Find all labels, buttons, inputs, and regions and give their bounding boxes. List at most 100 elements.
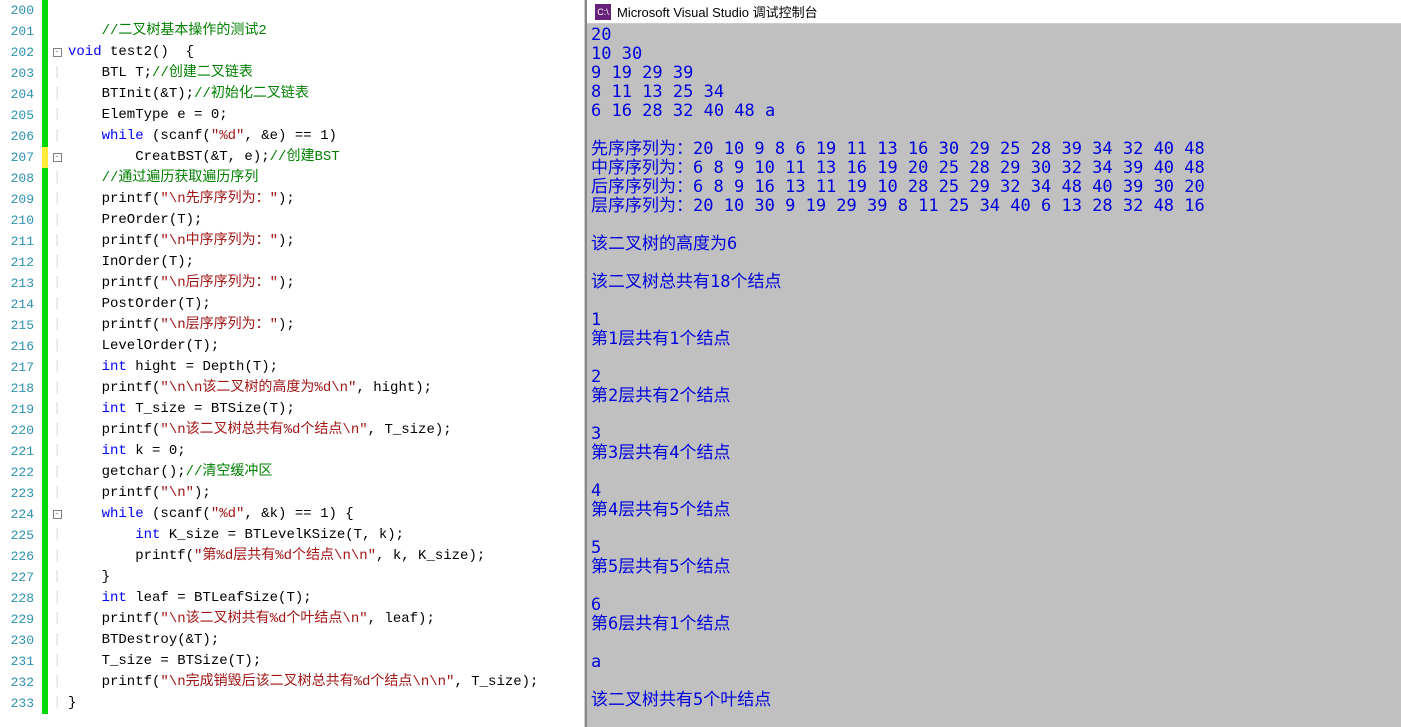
editor-gutter: 2002012022032042052062072082092102112122… bbox=[0, 0, 40, 727]
change-marker bbox=[42, 525, 48, 546]
code-line[interactable]: CreatBST(&T, e);//创建BST bbox=[68, 147, 584, 168]
code-line[interactable]: int k = 0; bbox=[68, 441, 584, 462]
change-marker bbox=[42, 42, 48, 63]
change-marker bbox=[42, 0, 48, 21]
code-line[interactable]: } bbox=[68, 567, 584, 588]
code-line[interactable]: PostOrder(T); bbox=[68, 294, 584, 315]
change-marker bbox=[42, 231, 48, 252]
fold-toggle-icon[interactable]: - bbox=[53, 153, 62, 162]
change-marker bbox=[42, 378, 48, 399]
console-icon: C:\ bbox=[595, 4, 611, 20]
line-number: 227 bbox=[0, 567, 34, 588]
change-marker bbox=[42, 294, 48, 315]
fold-guide: │ bbox=[54, 441, 61, 462]
line-number: 223 bbox=[0, 483, 34, 504]
change-marker bbox=[42, 315, 48, 336]
code-line[interactable]: //通过遍历获取遍历序列 bbox=[68, 168, 584, 189]
code-line[interactable]: int K_size = BTLevelKSize(T, k); bbox=[68, 525, 584, 546]
code-line[interactable]: //二叉树基本操作的测试2 bbox=[68, 21, 584, 42]
fold-toggle-icon[interactable]: - bbox=[53, 510, 62, 519]
code-line[interactable]: BTInit(&T);//初始化二叉链表 bbox=[68, 84, 584, 105]
fold-guide: │ bbox=[54, 399, 61, 420]
line-number: 224 bbox=[0, 504, 34, 525]
line-number: 233 bbox=[0, 693, 34, 714]
change-marker bbox=[42, 147, 48, 168]
code-line[interactable]: printf("\n中序序列为："); bbox=[68, 231, 584, 252]
fold-guide: │ bbox=[54, 567, 61, 588]
change-markers bbox=[40, 0, 50, 727]
code-line[interactable]: BTL T;//创建二叉链表 bbox=[68, 63, 584, 84]
line-number: 200 bbox=[0, 0, 34, 21]
fold-guide: │ bbox=[54, 63, 61, 84]
code-line[interactable]: printf("\n\n该二叉树的高度为%d\n", hight); bbox=[68, 378, 584, 399]
code-line[interactable]: printf("\n后序序列为："); bbox=[68, 273, 584, 294]
fold-toggle-icon[interactable]: - bbox=[53, 48, 62, 57]
code-line[interactable]: while (scanf("%d", &e) == 1) bbox=[68, 126, 584, 147]
line-number: 205 bbox=[0, 105, 34, 126]
line-number: 226 bbox=[0, 546, 34, 567]
code-line[interactable]: LevelOrder(T); bbox=[68, 336, 584, 357]
fold-guide: │ bbox=[54, 252, 61, 273]
change-marker bbox=[42, 189, 48, 210]
code-line[interactable]: T_size = BTSize(T); bbox=[68, 651, 584, 672]
fold-column[interactable]: -││││-││││││││││││││││-│││││││││ bbox=[50, 0, 64, 727]
change-marker bbox=[42, 273, 48, 294]
code-line[interactable]: printf("\n"); bbox=[68, 483, 584, 504]
code-line[interactable]: printf("第%d层共有%d个结点\n\n", k, K_size); bbox=[68, 546, 584, 567]
fold-guide: │ bbox=[54, 378, 61, 399]
code-line[interactable]: ElemType e = 0; bbox=[68, 105, 584, 126]
change-marker bbox=[42, 252, 48, 273]
change-marker bbox=[42, 105, 48, 126]
line-number: 222 bbox=[0, 462, 34, 483]
line-number: 228 bbox=[0, 588, 34, 609]
change-marker bbox=[42, 126, 48, 147]
code-line[interactable]: int T_size = BTSize(T); bbox=[68, 399, 584, 420]
fold-guide: │ bbox=[54, 525, 61, 546]
line-number: 202 bbox=[0, 42, 34, 63]
code-line[interactable]: BTDestroy(&T); bbox=[68, 630, 584, 651]
fold-guide: │ bbox=[54, 420, 61, 441]
change-marker bbox=[42, 651, 48, 672]
code-line[interactable]: int leaf = BTLeafSize(T); bbox=[68, 588, 584, 609]
change-marker bbox=[42, 567, 48, 588]
code-line[interactable]: void test2() { bbox=[68, 42, 584, 63]
line-number: 201 bbox=[0, 21, 34, 42]
line-number: 232 bbox=[0, 672, 34, 693]
fold-guide: │ bbox=[54, 294, 61, 315]
fold-guide: │ bbox=[54, 483, 61, 504]
code-line[interactable]: printf("\n层序序列为："); bbox=[68, 315, 584, 336]
code-line[interactable]: InOrder(T); bbox=[68, 252, 584, 273]
code-line[interactable]: printf("\n该二叉树共有%d个叶结点\n", leaf); bbox=[68, 609, 584, 630]
line-number: 220 bbox=[0, 420, 34, 441]
code-line[interactable]: int hight = Depth(T); bbox=[68, 357, 584, 378]
line-number: 221 bbox=[0, 441, 34, 462]
code-area[interactable]: //二叉树基本操作的测试2void test2() { BTL T;//创建二叉… bbox=[64, 0, 584, 727]
console-output[interactable]: 20 10 30 9 19 29 39 8 11 13 25 34 6 16 2… bbox=[587, 24, 1401, 727]
fold-guide: │ bbox=[54, 273, 61, 294]
code-line[interactable]: getchar();//清空缓冲区 bbox=[68, 462, 584, 483]
line-number: 208 bbox=[0, 168, 34, 189]
line-number: 203 bbox=[0, 63, 34, 84]
code-line[interactable]: printf("\n该二叉树总共有%d个结点\n", T_size); bbox=[68, 420, 584, 441]
code-line[interactable]: } bbox=[68, 693, 584, 714]
code-line[interactable]: while (scanf("%d", &k) == 1) { bbox=[68, 504, 584, 525]
line-number: 213 bbox=[0, 273, 34, 294]
fold-guide: │ bbox=[54, 462, 61, 483]
fold-guide: │ bbox=[54, 588, 61, 609]
change-marker bbox=[42, 588, 48, 609]
code-line[interactable]: printf("\n先序序列为："); bbox=[68, 189, 584, 210]
fold-guide: │ bbox=[54, 693, 61, 714]
line-number: 214 bbox=[0, 294, 34, 315]
fold-guide: │ bbox=[54, 672, 61, 693]
fold-guide: │ bbox=[54, 336, 61, 357]
fold-guide: │ bbox=[54, 231, 61, 252]
fold-guide: │ bbox=[54, 630, 61, 651]
code-line[interactable]: printf("\n完成销毁后该二叉树总共有%d个结点\n\n", T_size… bbox=[68, 672, 584, 693]
code-line[interactable]: PreOrder(T); bbox=[68, 210, 584, 231]
debug-console[interactable]: C:\ Microsoft Visual Studio 调试控制台 20 10 … bbox=[585, 0, 1401, 727]
code-editor[interactable]: 2002012022032042052062072082092102112122… bbox=[0, 0, 585, 727]
line-number: 206 bbox=[0, 126, 34, 147]
code-line[interactable] bbox=[68, 0, 584, 21]
fold-guide: │ bbox=[54, 126, 61, 147]
fold-guide: │ bbox=[54, 315, 61, 336]
